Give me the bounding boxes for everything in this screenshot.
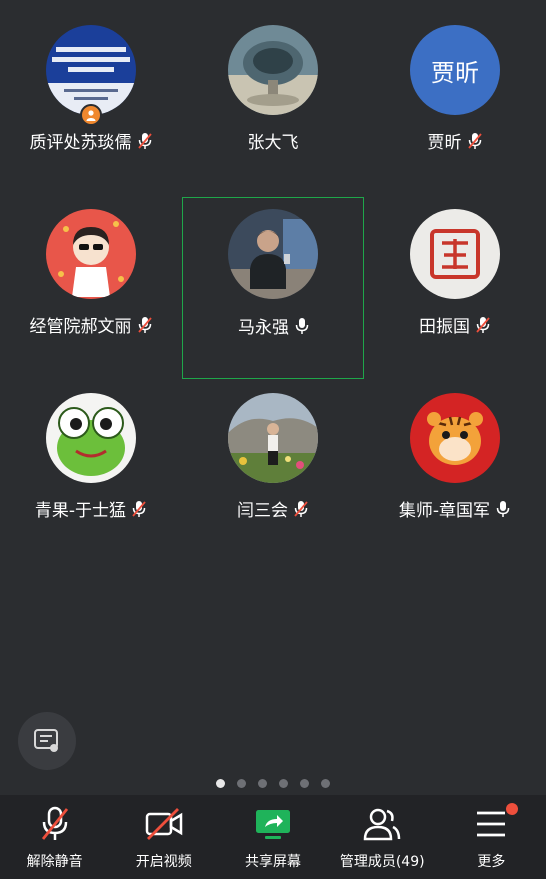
participant-tile[interactable]: 集师-章国军 (364, 368, 546, 550)
participant-name: 贾昕 (427, 133, 462, 153)
avatar (228, 25, 318, 115)
share-screen-icon (256, 810, 290, 839)
page-dot-active[interactable] (216, 779, 225, 788)
more-button[interactable]: 更多 (437, 795, 546, 879)
page-dot[interactable] (258, 779, 267, 788)
manage-members-button[interactable]: 管理成员(49) (328, 795, 437, 879)
chat-bubble-icon (34, 729, 58, 752)
participant-name: 经管院郝文丽 (29, 317, 132, 337)
avatar-initials: 贾昕 (431, 58, 479, 87)
participant-tile[interactable]: 闫三会 (182, 368, 364, 550)
mic-muted-icon (137, 132, 152, 149)
page-dot[interactable] (300, 779, 309, 788)
participant-tile[interactable]: 张大飞 (182, 0, 364, 182)
meeting-toolbar: 解除静音 开启视频 共享屏幕 管理成员(49) 更多 (0, 795, 546, 879)
avatar (46, 209, 136, 299)
share-screen-button[interactable]: 共享屏幕 (218, 795, 327, 879)
page-dot[interactable] (279, 779, 288, 788)
members-icon (363, 808, 401, 841)
mic-muted-icon (294, 500, 308, 517)
avatar (228, 209, 318, 299)
participant-name: 质评处苏琰儒 (29, 133, 132, 153)
page-indicator (0, 779, 546, 788)
start-video-button[interactable]: 开启视频 (109, 795, 218, 879)
participant-tile-active-speaker[interactable]: 马永强 (182, 197, 364, 379)
participant-grid: 质评处苏琰儒 张大飞 贾昕 贾昕 经管院郝文丽 马永强 田振国 青果-于士猛 闫… (0, 0, 546, 560)
participant-name: 闫三会 (237, 501, 288, 521)
participant-name: 马永强 (238, 318, 289, 338)
mic-muted-icon (41, 806, 68, 840)
unmute-button[interactable]: 解除静音 (0, 795, 109, 879)
avatar (46, 25, 136, 115)
participant-tile[interactable]: 质评处苏琰儒 (0, 0, 182, 182)
person-icon (86, 110, 96, 121)
page-dot[interactable] (321, 779, 330, 788)
mic-icon (295, 317, 309, 334)
mic-muted-icon (476, 316, 490, 333)
start-video-label: 开启视频 (135, 854, 192, 870)
avatar (228, 393, 318, 483)
host-badge (80, 104, 102, 126)
mic-muted-icon (467, 132, 482, 149)
avatar (410, 393, 500, 483)
more-label: 更多 (477, 854, 506, 870)
participant-name: 田振国 (419, 317, 470, 337)
participant-name: 集师-章国军 (398, 501, 491, 521)
avatar (46, 393, 136, 483)
notification-dot (506, 803, 519, 815)
mic-muted-icon (132, 500, 146, 517)
page-dot[interactable] (237, 779, 246, 788)
video-off-icon (145, 808, 183, 840)
chat-button[interactable] (18, 712, 76, 770)
participant-tile[interactable]: 贾昕 贾昕 (364, 0, 546, 182)
avatar (410, 209, 500, 299)
participant-tile[interactable]: 田振国 (364, 184, 546, 366)
avatar: 贾昕 (410, 25, 500, 115)
participant-name: 青果-于士猛 (34, 501, 127, 521)
participant-tile[interactable]: 经管院郝文丽 (0, 184, 182, 366)
participant-name: 张大飞 (247, 133, 299, 153)
mic-icon (496, 500, 510, 517)
participant-tile[interactable]: 青果-于士猛 (0, 368, 182, 550)
share-screen-label: 共享屏幕 (245, 854, 301, 870)
unmute-label: 解除静音 (26, 854, 83, 870)
manage-members-label: 管理成员(49) (339, 854, 425, 870)
mic-muted-icon (137, 316, 152, 333)
